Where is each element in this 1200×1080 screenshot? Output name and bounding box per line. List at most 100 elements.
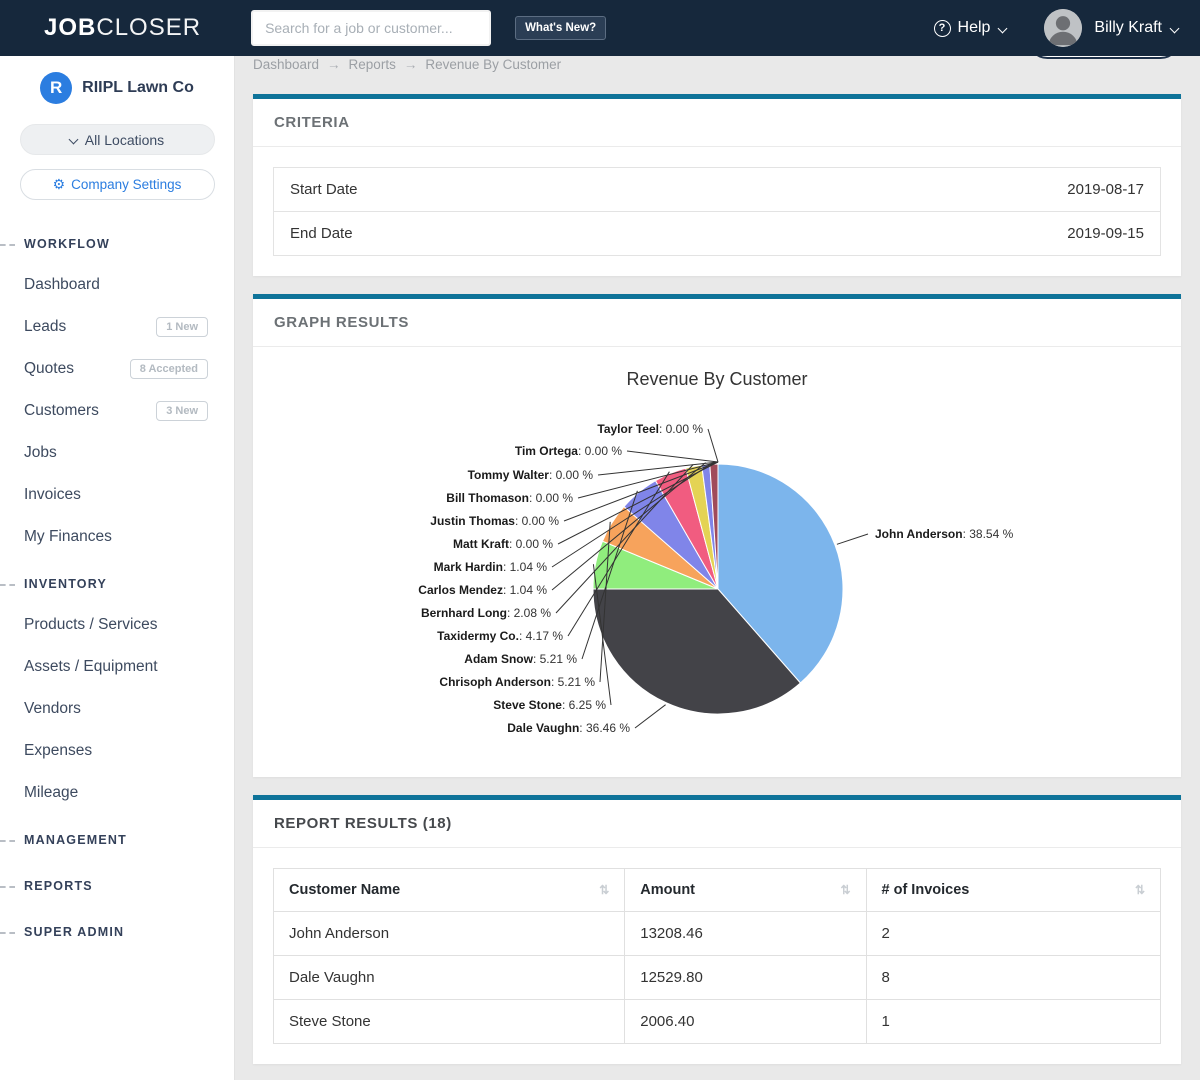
- sidebar-item-expenses[interactable]: Expenses: [0, 730, 234, 772]
- sidebar-item-invoices[interactable]: Invoices: [0, 474, 234, 516]
- status-badge: 3 New: [156, 401, 208, 421]
- report-results-title: REPORT RESULTS (18): [253, 800, 1181, 848]
- chevron-down-icon: [1170, 23, 1180, 33]
- sidebar-item-my-finances[interactable]: My Finances: [0, 516, 234, 558]
- gear-icon: ⚙: [53, 176, 66, 193]
- pie-connector-line: [837, 534, 868, 544]
- criteria-label: Start Date: [290, 181, 358, 198]
- top-navigation-bar: JOBCLOSER What's New? ? Help Billy Kraft: [0, 0, 1200, 56]
- pie-label-taxidermy-co: Taxidermy Co.: 4.17 %: [437, 629, 563, 643]
- sidebar-section-workflow[interactable]: WORKFLOW: [0, 224, 234, 264]
- sidebar-item-label: Leads: [24, 318, 66, 336]
- pie-label-bernhard-long: Bernhard Long: 2.08 %: [421, 606, 551, 620]
- sidebar-item-products-services[interactable]: Products / Services: [0, 604, 234, 646]
- sidebar-item-mileage[interactable]: Mileage: [0, 772, 234, 814]
- company-settings-button[interactable]: ⚙ Company Settings: [20, 169, 215, 200]
- report-results-table: Customer Name⇅Amount⇅# of Invoices⇅ John…: [273, 868, 1161, 1044]
- table-cell: 13208.46: [625, 912, 866, 956]
- criteria-panel-title: CRITERIA: [253, 99, 1181, 147]
- criteria-table: Start Date2019-08-17End Date2019-09-15: [273, 167, 1161, 256]
- sidebar-item-vendors[interactable]: Vendors: [0, 688, 234, 730]
- status-badge: 8 Accepted: [130, 359, 208, 379]
- pie-label-carlos-mendez: Carlos Mendez: 1.04 %: [418, 583, 547, 597]
- table-cell: 1: [866, 1000, 1161, 1044]
- sidebar-section-super-admin[interactable]: SUPER ADMIN: [0, 912, 234, 952]
- sidebar-section-reports[interactable]: REPORTS: [0, 866, 234, 906]
- user-avatar[interactable]: [1044, 9, 1082, 47]
- column-header-customer-name[interactable]: Customer Name ⇅: [274, 869, 625, 912]
- sidebar-section-management[interactable]: MANAGEMENT: [0, 820, 234, 860]
- breadcrumb-item-reports[interactable]: Reports: [349, 57, 396, 72]
- locations-label: All Locations: [85, 132, 164, 148]
- pie-chart: Revenue By Customer Taylor Teel: 0.00 %T…: [253, 347, 1181, 777]
- pie-label-mark-hardin: Mark Hardin: 1.04 %: [434, 560, 548, 574]
- sidebar-section-label: REPORTS: [24, 879, 93, 893]
- sidebar-section-inventory[interactable]: INVENTORY: [0, 564, 234, 604]
- sidebar-item-label: Customers: [24, 402, 99, 420]
- sort-arrows-icon[interactable]: ⇅: [1135, 883, 1145, 897]
- table-cell: 2006.40: [625, 1000, 866, 1044]
- column-header-label: # of Invoices: [882, 882, 970, 898]
- main-content: Revenue By Customer Dashboard→Reports→Re…: [235, 0, 1200, 1064]
- pie-label-tim-ortega: Tim Ortega: 0.00 %: [515, 444, 622, 458]
- sidebar-item-leads[interactable]: Leads 1 New: [0, 306, 234, 348]
- help-icon: ?: [934, 20, 951, 37]
- pie-label-john-anderson: John Anderson: 38.54 %: [875, 527, 1014, 541]
- breadcrumb-arrow-icon: →: [327, 57, 341, 72]
- search-input[interactable]: [251, 10, 491, 46]
- pie-connector-line: [627, 451, 718, 462]
- locations-dropdown[interactable]: All Locations: [20, 124, 215, 155]
- column-header-of-invoices[interactable]: # of Invoices ⇅: [866, 869, 1161, 912]
- breadcrumb-item-dashboard[interactable]: Dashboard: [253, 57, 319, 72]
- table-cell: 12529.80: [625, 956, 866, 1000]
- report-results-panel: REPORT RESULTS (18) Customer Name⇅Amount…: [253, 795, 1181, 1064]
- sidebar-item-label: Jobs: [24, 444, 57, 462]
- whats-new-button[interactable]: What's New?: [515, 16, 606, 40]
- sidebar-item-label: Mileage: [24, 784, 78, 802]
- sidebar-item-label: Expenses: [24, 742, 92, 760]
- table-cell: Dale Vaughn: [274, 956, 625, 1000]
- logo-bold-part: JOB: [44, 14, 96, 41]
- company-settings-label: Company Settings: [71, 177, 181, 192]
- chevron-down-icon: [998, 23, 1008, 33]
- sidebar-item-jobs[interactable]: Jobs: [0, 432, 234, 474]
- user-menu[interactable]: Billy Kraft: [1094, 19, 1178, 37]
- graph-results-title: GRAPH RESULTS: [253, 299, 1181, 347]
- app-logo[interactable]: JOBCLOSER: [44, 14, 201, 42]
- help-menu[interactable]: ? Help: [934, 19, 1007, 37]
- section-dash-icon: [0, 840, 15, 842]
- sidebar-item-customers[interactable]: Customers 3 New: [0, 390, 234, 432]
- pie-connector-line: [635, 705, 666, 728]
- sidebar-item-label: Quotes: [24, 360, 74, 378]
- sidebar-item-label: Vendors: [24, 700, 81, 718]
- breadcrumb-item-revenue-by-customer[interactable]: Revenue By Customer: [425, 57, 561, 72]
- table-cell: John Anderson: [274, 912, 625, 956]
- section-dash-icon: [0, 244, 15, 246]
- table-row: Dale Vaughn12529.808: [274, 956, 1161, 1000]
- pie-label-chrisoph-anderson: Chrisoph Anderson: 5.21 %: [439, 675, 595, 689]
- sidebar-item-label: Products / Services: [24, 616, 158, 634]
- pie-label-steve-stone: Steve Stone: 6.25 %: [493, 698, 606, 712]
- pie-connector-line: [708, 429, 718, 462]
- section-dash-icon: [0, 584, 15, 586]
- status-badge: 1 New: [156, 317, 208, 337]
- column-header-label: Customer Name: [289, 882, 400, 898]
- sidebar-section-label: SUPER ADMIN: [24, 925, 124, 939]
- company-header[interactable]: R RIIPL Lawn Co: [0, 72, 234, 104]
- chevron-down-icon: [68, 135, 78, 145]
- sidebar-item-quotes[interactable]: Quotes 8 Accepted: [0, 348, 234, 390]
- sidebar-navigation: WORKFLOWDashboard Leads 1 New Quotes 8 Accep…: [0, 224, 234, 952]
- sidebar-item-dashboard[interactable]: Dashboard: [0, 264, 234, 306]
- company-name: RIIPL Lawn Co: [82, 79, 194, 97]
- sort-arrows-icon[interactable]: ⇅: [840, 883, 850, 897]
- sidebar-item-assets-equipment[interactable]: Assets / Equipment: [0, 646, 234, 688]
- global-search: [251, 10, 491, 46]
- sidebar-item-label: Invoices: [24, 486, 81, 504]
- column-header-amount[interactable]: Amount⇅: [625, 869, 866, 912]
- sort-arrows-icon[interactable]: ⇅: [599, 883, 609, 897]
- criteria-row-end-date: End Date2019-09-15: [274, 212, 1160, 255]
- sidebar: R RIIPL Lawn Co All Locations ⚙ Company …: [0, 56, 235, 1080]
- table-cell: Steve Stone: [274, 1000, 625, 1044]
- pie-chart-svg: Taylor Teel: 0.00 %Tim Ortega: 0.00 %Tom…: [253, 347, 1181, 777]
- pie-label-matt-kraft: Matt Kraft: 0.00 %: [453, 537, 553, 551]
